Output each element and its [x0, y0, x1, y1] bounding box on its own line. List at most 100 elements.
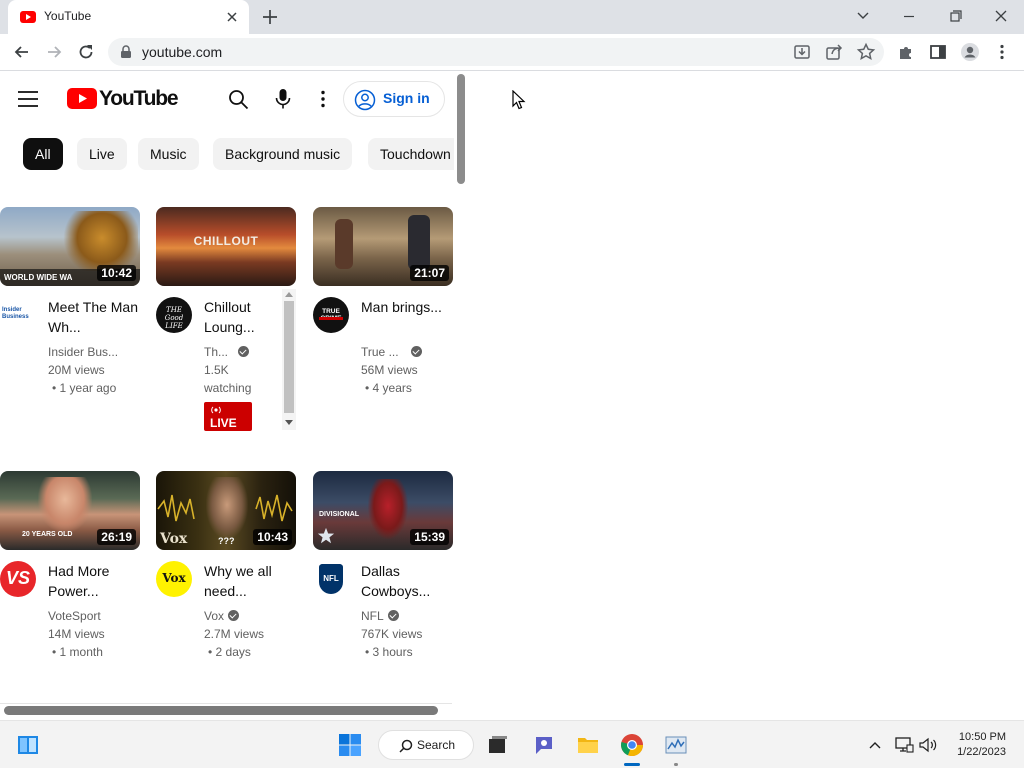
watching-label: watching	[204, 381, 252, 395]
side-panel-icon[interactable]	[928, 42, 948, 62]
live-badge: LIVE	[204, 402, 252, 431]
close-window-icon[interactable]	[983, 4, 1019, 28]
lock-icon[interactable]	[120, 45, 132, 59]
channel-name[interactable]: True ...	[361, 343, 422, 361]
channel-name[interactable]: NFL	[361, 607, 399, 625]
sign-in-button[interactable]: Sign in	[343, 81, 445, 117]
verified-check-icon	[387, 610, 399, 621]
upload-age: • 3 hours	[365, 645, 413, 659]
video-title[interactable]: Chillout Loung...	[204, 297, 294, 337]
chip-background-music[interactable]: Background music	[213, 138, 353, 170]
channel-name[interactable]: Vox	[204, 607, 240, 625]
microphone-icon[interactable]	[274, 88, 292, 110]
search-icon[interactable]	[228, 89, 249, 110]
hamburger-menu-icon[interactable]	[17, 89, 39, 109]
show-hidden-icons-chevron-icon[interactable]	[868, 739, 882, 751]
teams-chat-icon[interactable]	[532, 733, 556, 757]
windows-start-icon[interactable]	[338, 733, 362, 757]
performance-monitor-icon[interactable]	[664, 733, 688, 757]
search-icon	[399, 739, 413, 753]
avatar-text: NFL	[323, 574, 339, 583]
channel-avatar[interactable]: THE Good LIFE	[156, 297, 192, 333]
video-title[interactable]: Man brings...	[361, 297, 451, 317]
channel-avatar[interactable]: VS	[0, 561, 36, 597]
channel-name[interactable]: VoteSport	[48, 607, 101, 625]
menu-scrollbar-thumb[interactable]	[284, 301, 294, 413]
channel-avatar[interactable]: Insider Business	[0, 297, 36, 333]
video-thumbnail[interactable]: 21:07	[313, 207, 453, 286]
share-icon[interactable]	[824, 42, 844, 62]
video-thumbnail[interactable]: WORLD WIDE WA 10:42	[0, 207, 140, 286]
thumbnail-subject	[368, 479, 408, 539]
upload-age: • 2 days	[208, 645, 251, 659]
file-explorer-icon[interactable]	[576, 733, 600, 757]
video-duration: 10:43	[253, 529, 292, 545]
video-duration: 21:07	[410, 265, 449, 281]
verified-check-icon	[410, 346, 422, 357]
install-app-icon[interactable]	[792, 42, 812, 62]
youtube-logo[interactable]: YouTube	[67, 87, 179, 111]
video-thumbnail[interactable]: 20 YEARS OLD 26:19	[0, 471, 140, 550]
verified-check-icon	[238, 346, 250, 357]
extensions-puzzle-icon[interactable]	[896, 42, 916, 62]
chrome-icon[interactable]	[620, 733, 644, 757]
scroll-down-arrow-icon[interactable]	[285, 420, 293, 426]
chip-live[interactable]: Live	[77, 138, 127, 170]
thumbnail-figure	[335, 219, 353, 269]
clock-time: 10:50 PM	[958, 731, 1006, 743]
forward-arrow-icon[interactable]	[44, 42, 64, 62]
tab-youtube[interactable]: YouTube	[8, 0, 249, 34]
menu-scrollbar[interactable]	[282, 289, 296, 430]
chip-all[interactable]: All	[23, 138, 63, 170]
horizontal-scrollbar[interactable]	[4, 706, 438, 715]
running-indicator	[674, 763, 678, 766]
chrome-menu-icon[interactable]	[992, 42, 1012, 62]
video-title[interactable]: Dallas Cowboys...	[361, 561, 451, 601]
close-tab-icon[interactable]	[223, 8, 241, 26]
back-arrow-icon[interactable]	[12, 42, 32, 62]
network-icon[interactable]	[894, 736, 914, 754]
tab-search-chevron-icon[interactable]	[845, 4, 881, 28]
youtube-page: YouTube Sign in All Live Music Backgroun…	[0, 72, 468, 720]
thumbnail-caption: WORLD WIDE WA	[4, 273, 73, 282]
browser-tab-strip: YouTube	[0, 0, 1024, 34]
video-thumbnail[interactable]: DIVISIONAL 15:39	[313, 471, 453, 550]
scroll-up-arrow-icon[interactable]	[285, 291, 293, 297]
thumbnail-subject	[58, 211, 138, 271]
minimize-icon[interactable]	[891, 4, 927, 28]
video-duration: 10:42	[97, 265, 136, 281]
chip-touchdown[interactable]: Touchdown	[368, 138, 454, 170]
video-thumbnail[interactable]: Vox ??? 10:43	[156, 471, 296, 550]
reload-icon[interactable]	[76, 42, 96, 62]
channel-avatar[interactable]: NFL	[313, 561, 349, 597]
video-title[interactable]: Had More Power...	[48, 561, 138, 601]
task-view-icon[interactable]	[486, 733, 510, 757]
address-bar[interactable]: youtube.com	[108, 38, 884, 66]
youtube-favicon-icon	[20, 11, 36, 23]
video-duration: 26:19	[97, 529, 136, 545]
video-title[interactable]: Meet The Man Wh...	[48, 297, 138, 337]
vertical-scrollbar[interactable]	[457, 74, 465, 184]
channel-name[interactable]: Insider Bus...	[48, 343, 118, 361]
divider	[0, 703, 452, 704]
chip-music[interactable]: Music	[138, 138, 199, 170]
url-text: youtube.com	[142, 44, 223, 60]
account-circle-icon	[354, 89, 376, 111]
video-thumbnail[interactable]: CHILLOUT	[156, 207, 296, 286]
volume-icon[interactable]	[918, 736, 938, 754]
new-tab-icon[interactable]	[258, 6, 282, 28]
channel-avatar[interactable]: Vox	[156, 561, 192, 597]
taskbar-search-button[interactable]: Search	[378, 730, 474, 760]
channel-avatar[interactable]: TRUE CRIME	[313, 297, 349, 333]
taskbar-clock[interactable]: 10:50 PM 1/22/2023	[957, 730, 1006, 760]
taskbar-search-label: Search	[417, 738, 456, 752]
channel-name[interactable]: Th...	[204, 343, 250, 361]
thumbnail-caption: Vox	[160, 531, 188, 547]
restore-icon[interactable]	[937, 4, 973, 28]
upload-age: • 1 year ago	[52, 381, 117, 395]
bookmark-star-icon[interactable]	[856, 42, 876, 62]
profile-avatar-icon[interactable]	[960, 42, 980, 62]
video-title[interactable]: Why we all need...	[204, 561, 294, 601]
task-view-widget-icon[interactable]	[16, 733, 40, 757]
more-options-icon[interactable]	[313, 89, 333, 109]
